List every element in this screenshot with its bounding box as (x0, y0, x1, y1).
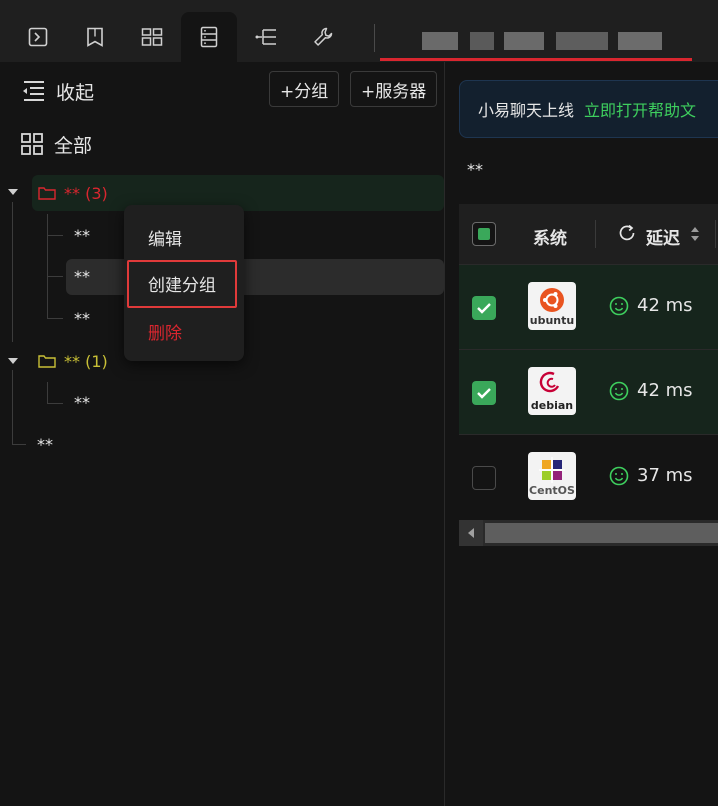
latency-cell: 42 ms (609, 295, 693, 316)
table-row[interactable]: ubuntu 42 ms (459, 264, 718, 349)
tree-guide (47, 382, 48, 404)
all-label: 全部 (54, 134, 93, 157)
top-toolbar (0, 0, 718, 62)
tree-leaf[interactable]: ** (74, 267, 90, 286)
tools-button[interactable] (295, 12, 351, 62)
add-server-button[interactable]: +服务器 (350, 71, 438, 107)
terminal-button[interactable] (10, 12, 66, 62)
server-list-icon (200, 26, 218, 48)
tree-sftp-icon (255, 29, 276, 45)
tree-guide (12, 444, 26, 445)
breadcrumb: ** (467, 160, 483, 179)
row-checkbox[interactable] (472, 381, 496, 405)
sort-icon[interactable] (690, 226, 700, 242)
dashboard-icon (141, 28, 163, 46)
tree-guide (47, 318, 63, 319)
arrow-left-icon (468, 528, 474, 538)
latency-value: 42 ms (637, 295, 693, 316)
os-name: debian (530, 399, 574, 412)
collapse-label: 收起 (56, 81, 95, 104)
latency-cell: 37 ms (609, 465, 693, 486)
tree-guide (47, 214, 48, 236)
folder-icon (38, 355, 56, 368)
group-label: ** (1) (64, 351, 108, 371)
smile-icon (609, 381, 629, 400)
os-name: CentOS (529, 484, 575, 497)
tree-guide (12, 370, 13, 444)
notice-banner: 小易聊天上线 立即打开帮助文 (459, 80, 718, 138)
centos-icon (539, 457, 565, 483)
bookmark-icon (87, 27, 103, 47)
dashboard-button[interactable] (124, 12, 180, 62)
grid-icon (21, 133, 43, 155)
server-group-sidebar: 收起 +分组 +服务器 全部 ** (3) ** ** ** ** (1) **… (0, 62, 444, 806)
horizontal-scrollbar[interactable] (459, 520, 718, 546)
tree-guide (12, 202, 13, 342)
terminal-icon (28, 27, 48, 47)
check-icon (477, 303, 491, 314)
tree-guide (47, 235, 48, 277)
tree-guide (47, 403, 63, 404)
tree-guide (47, 276, 48, 318)
tree-leaf[interactable]: ** (74, 309, 90, 328)
centos-logo: CentOS (528, 452, 576, 500)
table-row[interactable]: CentOS 37 ms (459, 434, 718, 519)
toolbar-separator (374, 24, 375, 52)
tree-leaf[interactable]: ** (74, 393, 90, 412)
check-icon (477, 388, 491, 399)
ubuntu-icon (540, 288, 564, 312)
smile-icon (609, 296, 629, 315)
tree-button[interactable] (238, 12, 294, 62)
server-list-panel: 小易聊天上线 立即打开帮助文 ** 系统 延迟 ubuntu 42 ms deb… (445, 62, 718, 806)
collapse-menu-icon (23, 81, 44, 101)
column-separator (715, 220, 716, 248)
wrench-icon (314, 27, 333, 46)
scroll-thumb[interactable] (485, 523, 718, 543)
notice-help-link[interactable]: 立即打开帮助文 (584, 97, 696, 121)
context-menu: 编辑 创建分组 删除 (124, 205, 244, 361)
hovered-row-background (66, 259, 444, 295)
tree-guide (47, 235, 63, 236)
latency-value: 37 ms (637, 465, 693, 486)
debian-logo: debian (528, 367, 576, 415)
select-all-checkbox[interactable] (472, 222, 496, 246)
debian-icon (539, 371, 560, 393)
scroll-left-button[interactable] (459, 520, 483, 546)
ubuntu-logo: ubuntu (528, 282, 576, 330)
os-name: ubuntu (529, 314, 575, 327)
tree-guide (47, 276, 63, 277)
latency-cell: 42 ms (609, 380, 693, 401)
menu-item-create-group[interactable]: 创建分组 (124, 263, 244, 303)
collapse-button[interactable]: 收起 (20, 76, 94, 106)
tree-leaf[interactable]: ** (74, 226, 90, 245)
menu-item-edit[interactable]: 编辑 (124, 217, 244, 257)
smile-icon (609, 466, 629, 485)
add-group-button[interactable]: +分组 (269, 71, 340, 107)
row-checkbox[interactable] (472, 296, 496, 320)
server-list-button[interactable] (181, 12, 237, 62)
column-system[interactable]: 系统 (533, 224, 567, 249)
all-servers-item[interactable]: 全部 (20, 129, 92, 159)
active-tab-indicator (380, 58, 692, 61)
session-tab[interactable] (380, 12, 692, 62)
notice-text: 小易聊天上线 (478, 101, 575, 120)
table-row[interactable]: debian 42 ms (459, 349, 718, 434)
table-header: 系统 延迟 (459, 204, 718, 264)
tree-leaf-ungrouped[interactable]: ** (37, 435, 53, 454)
column-separator (595, 220, 596, 248)
latency-value: 42 ms (637, 380, 693, 401)
expand-caret-icon[interactable] (8, 358, 18, 364)
refresh-icon[interactable] (618, 224, 636, 242)
column-latency[interactable]: 延迟 (646, 224, 680, 249)
group-label: ** (3) (64, 183, 108, 203)
bookmark-button[interactable] (67, 12, 123, 62)
folder-icon (38, 187, 56, 200)
menu-item-delete[interactable]: 删除 (124, 311, 244, 351)
row-checkbox[interactable] (472, 466, 496, 490)
expand-caret-icon[interactable] (8, 189, 18, 195)
